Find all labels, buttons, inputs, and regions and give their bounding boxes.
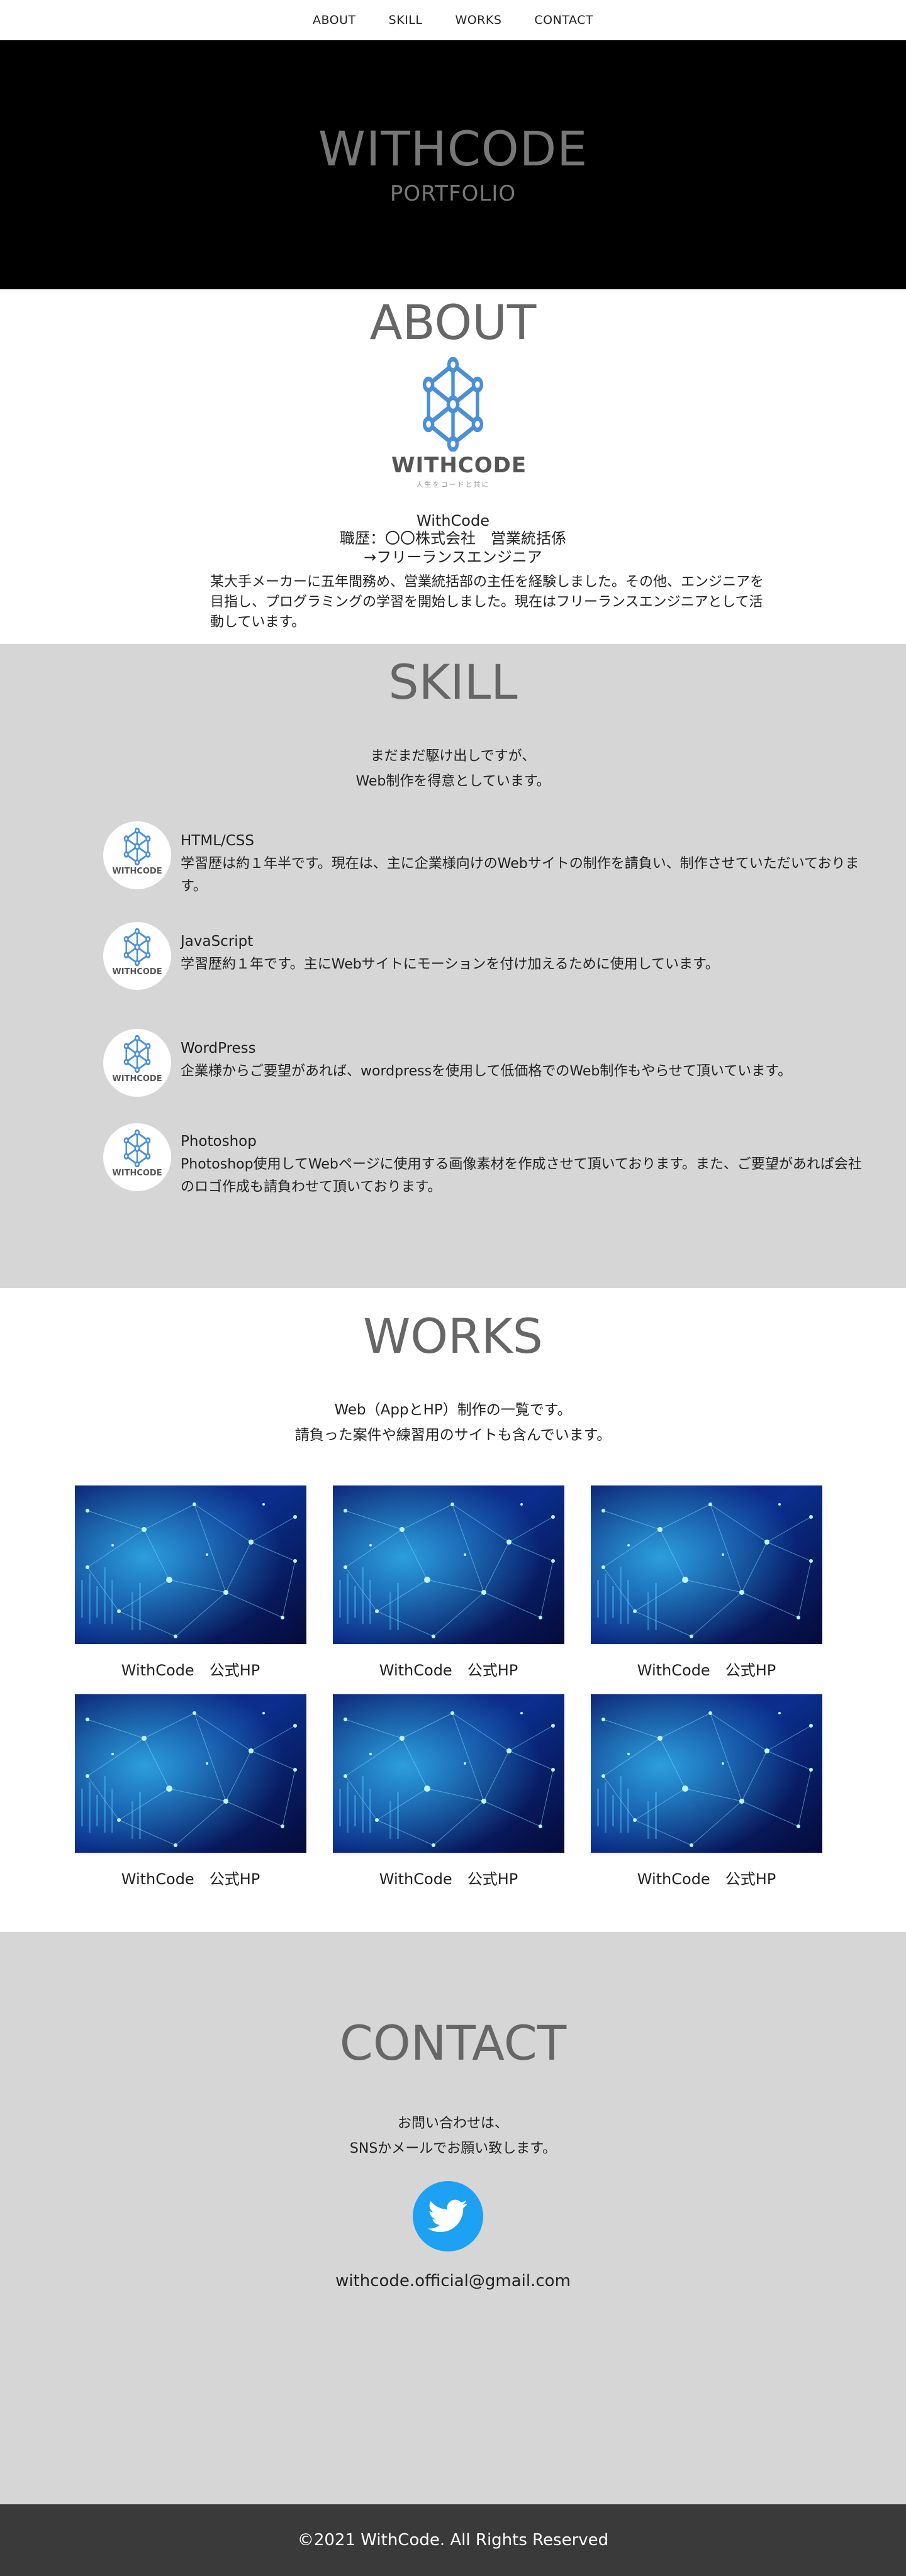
nav-item-skill[interactable]: SKILL xyxy=(389,13,423,27)
skill-section: SKILL まだまだ駆け出しですが、 Web制作を得意としています。 WITHC… xyxy=(0,644,906,1288)
hexagon-logo-icon xyxy=(419,357,487,452)
contact-intro-line1: お問い合わせは、 xyxy=(397,2116,508,2131)
about-title: ABOUT xyxy=(369,294,537,350)
work-thumbnail[interactable] xyxy=(75,1485,306,1644)
top-nav: ABOUT SKILL WORKS CONTACT xyxy=(0,0,906,40)
nav-item-contact[interactable]: CONTACT xyxy=(534,13,593,27)
contact-section: CONTACT お問い合わせは、 SNSかメールでお願い致します。 withco… xyxy=(0,1932,906,2504)
skill-icon: WITHCODE xyxy=(103,922,171,990)
work-thumbnail[interactable] xyxy=(75,1694,306,1853)
skill-icon-wordmark: WITHCODE xyxy=(112,1074,162,1084)
hero-section: WITHCODE PORTFOLIO xyxy=(0,40,906,289)
about-career-line2: →フリーランスエンジニア xyxy=(364,548,542,566)
skill-description: Photoshop使用してWebページに使用する画像素材を作成させて頂いておりま… xyxy=(181,1157,862,1195)
skill-name: JavaScript xyxy=(181,933,254,950)
work-label[interactable]: WithCode 公式HP xyxy=(75,1867,306,1889)
work-card[interactable]: WithCode 公式HP xyxy=(333,1694,564,1888)
work-thumbnail[interactable] xyxy=(333,1485,564,1644)
work-label[interactable]: WithCode 公式HP xyxy=(75,1658,306,1680)
skill-icon-wordmark: WITHCODE xyxy=(112,867,162,876)
work-card[interactable]: WithCode 公式HP xyxy=(75,1485,306,1679)
hero-subtitle: PORTFOLIO xyxy=(389,181,517,206)
skill-icon: WITHCODE xyxy=(103,1029,171,1097)
withcode-logo: WITHCODE 人生をコードと共に xyxy=(391,357,527,489)
about-description: 某大手メーカーに五年間務め、営業統括部の主任を経験しました。その他、エンジニアを… xyxy=(210,574,764,630)
work-card[interactable]: WithCode 公式HP xyxy=(75,1694,306,1888)
skill-icon: WITHCODE xyxy=(103,1123,171,1191)
work-label[interactable]: WithCode 公式HP xyxy=(333,1658,564,1680)
skill-icon: WITHCODE xyxy=(103,821,171,889)
logo-wordmark: WITHCODE xyxy=(391,453,527,478)
works-title: WORKS xyxy=(363,1308,543,1364)
skill-intro-line1: まだまだ駆け出しですが、 xyxy=(370,748,536,764)
skill-title: SKILL xyxy=(388,654,518,710)
twitter-icon xyxy=(428,2199,467,2233)
hexagon-logo-icon xyxy=(122,928,152,966)
skill-description: 企業様からご要望があれば、wordpressを使用して低価格でのWeb制作もやら… xyxy=(181,1063,792,1079)
work-thumbnail[interactable] xyxy=(333,1694,564,1853)
work-label[interactable]: WithCode 公式HP xyxy=(591,1867,822,1889)
work-card[interactable]: WithCode 公式HP xyxy=(591,1485,822,1679)
skill-intro-line2: Web制作を得意としています。 xyxy=(355,774,551,789)
skill-icon-wordmark: WITHCODE xyxy=(112,1169,162,1178)
about-section: ABOUT WITHCODE 人生をコードと共に WithCode 職歴：〇〇株… xyxy=(0,289,906,644)
footer-copyright: ©2021 WithCode. All Rights Reserved xyxy=(297,2531,609,2550)
nav-item-works[interactable]: WORKS xyxy=(455,13,501,27)
work-thumbnail[interactable] xyxy=(591,1485,822,1644)
logo-tagline: 人生をコードと共に xyxy=(416,480,490,489)
hexagon-logo-icon xyxy=(122,828,152,865)
contact-email[interactable]: withcode.official@gmail.com xyxy=(0,2272,906,2290)
hexagon-logo-icon xyxy=(122,1130,152,1167)
twitter-button[interactable] xyxy=(413,2181,483,2251)
work-thumbnail[interactable] xyxy=(591,1694,822,1853)
skill-name: WordPress xyxy=(181,1040,256,1057)
contact-intro-line2: SNSかメールでお願い致します。 xyxy=(349,2141,557,2157)
footer: ©2021 WithCode. All Rights Reserved xyxy=(0,2504,906,2576)
work-label[interactable]: WithCode 公式HP xyxy=(333,1867,564,1889)
nav-item-about[interactable]: ABOUT xyxy=(313,13,356,27)
skill-description: 学習歴約１年です。主にWebサイトにモーションを付け加えるために使用しています。 xyxy=(181,957,719,972)
work-label[interactable]: WithCode 公式HP xyxy=(591,1658,822,1680)
works-intro-line1: Web（AppとHP）制作の一覧です。 xyxy=(334,1402,572,1418)
work-card[interactable]: WithCode 公式HP xyxy=(333,1485,564,1679)
work-card[interactable]: WithCode 公式HP xyxy=(591,1694,822,1888)
skill-description: 学習歴は約１年半です。現在は、主に企業様向けのWebサイトの制作を請負い、制作さ… xyxy=(181,856,859,894)
hexagon-logo-icon xyxy=(122,1035,152,1073)
skill-name: HTML/CSS xyxy=(181,833,255,849)
works-intro-line2: 請負った案件や練習用のサイトも含んでいます。 xyxy=(294,1427,612,1443)
skill-icon-wordmark: WITHCODE xyxy=(112,967,162,977)
contact-title: CONTACT xyxy=(339,2015,567,2071)
skill-name: Photoshop xyxy=(181,1133,257,1150)
hero-title: WITHCODE xyxy=(318,121,588,177)
works-section: WORKS Web（AppとHP）制作の一覧です。 請負った案件や練習用のサイト… xyxy=(0,1288,906,1932)
